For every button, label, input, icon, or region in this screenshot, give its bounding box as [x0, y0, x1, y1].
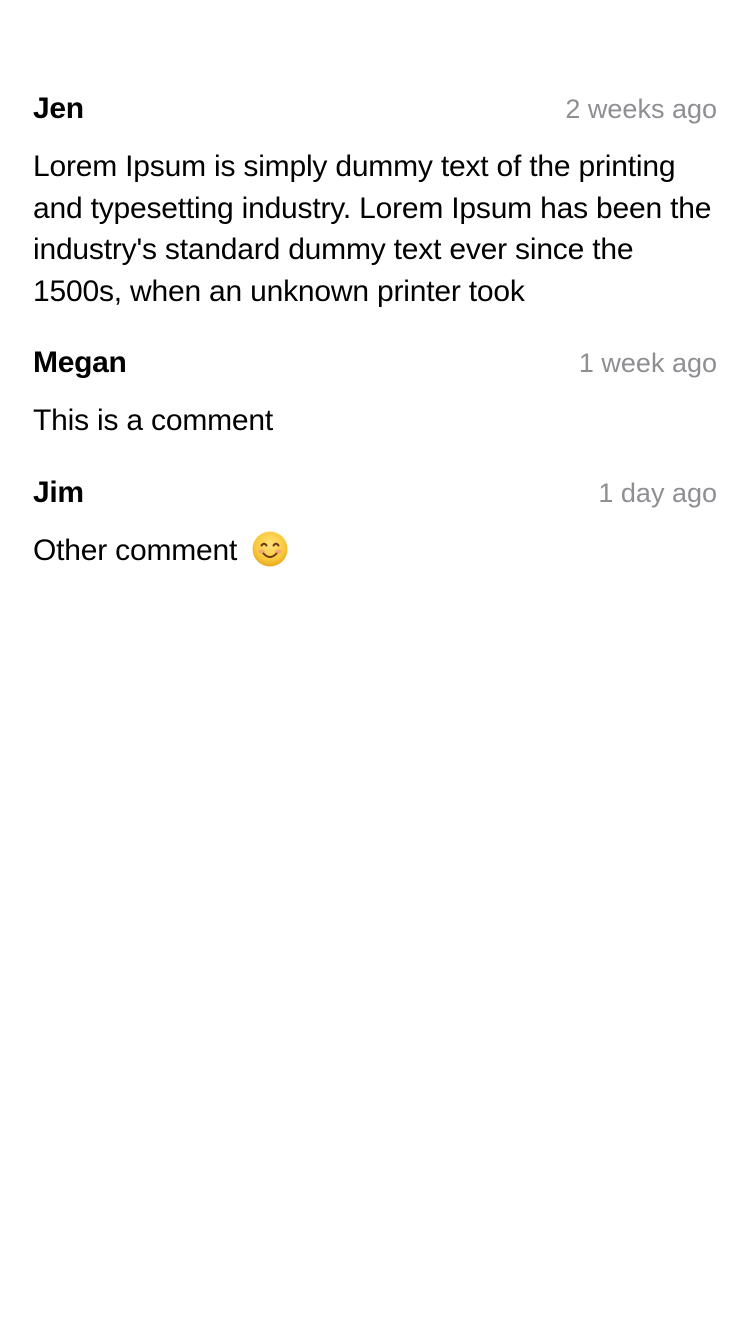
comment-item[interactable]: Jim 1 day ago Other comment [33, 476, 717, 572]
comment-text: Lorem Ipsum is simply dummy text of the … [33, 150, 712, 308]
comment-header: Jim 1 day ago [33, 476, 717, 520]
comment-timestamp: 1 day ago [598, 477, 717, 508]
comment-text: This is a comment [33, 404, 273, 437]
comment-header: Megan 1 week ago [33, 346, 717, 390]
comment-header: Jen 2 weeks ago [33, 92, 717, 136]
comment-author: Jen [33, 92, 84, 125]
comment-author: Megan [33, 346, 127, 379]
comment-text: Other comment [33, 533, 238, 567]
smiling-face-icon [251, 530, 289, 568]
comment-item[interactable]: Megan 1 week ago This is a comment [33, 346, 717, 442]
comment-timestamp: 1 week ago [578, 348, 717, 378]
comment-list: Jen 2 weeks ago Lorem Ipsum is simply du… [33, 92, 717, 605]
comment-text-row: Other comment [33, 530, 717, 572]
comment-item[interactable]: Jen 2 weeks ago Lorem Ipsum is simply du… [33, 92, 717, 312]
comment-timestamp: 2 weeks ago [565, 94, 717, 124]
comment-author: Jim [33, 475, 84, 509]
